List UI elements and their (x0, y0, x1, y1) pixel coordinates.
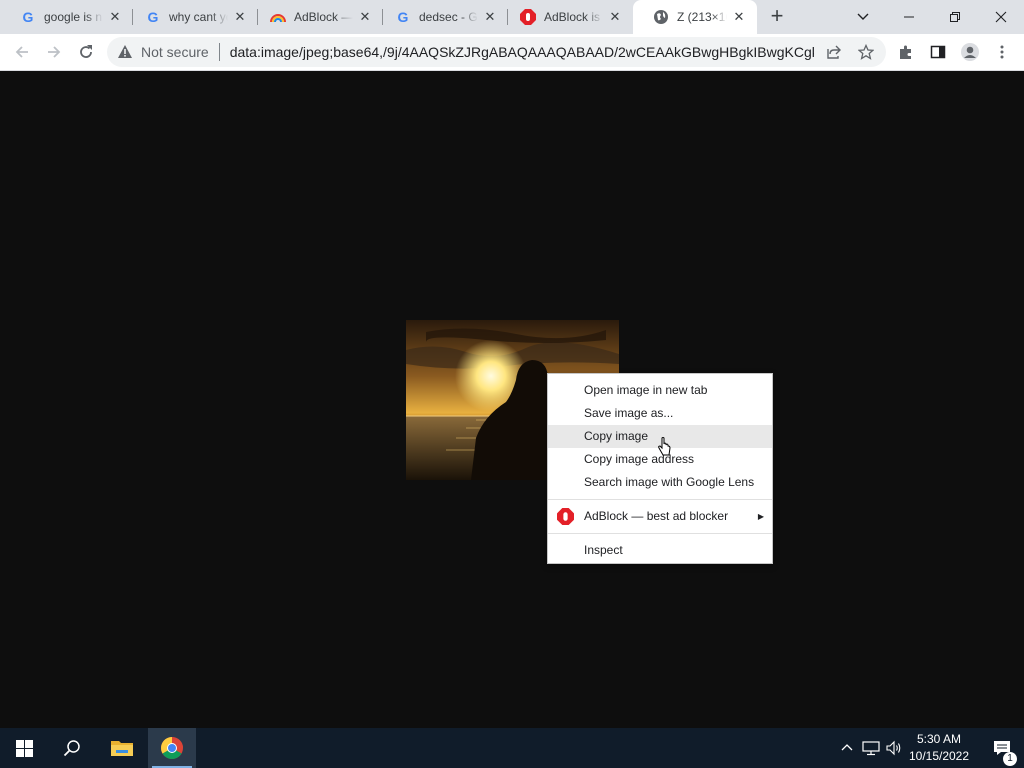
forward-icon (48, 46, 61, 58)
restore-button[interactable] (932, 0, 978, 34)
minimize-icon (904, 16, 914, 18)
tab-google-is[interactable]: G google is n ✕ (0, 0, 133, 34)
menu-item-label: AdBlock — best ad blocker (584, 509, 729, 523)
tab-image-active[interactable]: Z (213×160 ✕ (633, 0, 757, 34)
tab-title: Z (213×160 (677, 10, 727, 24)
address-bar[interactable]: Not secure data:image/jpeg;base64,/9j/4A… (107, 37, 886, 67)
menu-item-inspect[interactable]: Inspect (548, 539, 772, 562)
tab-title: AdBlock — (294, 10, 353, 24)
tab-close-icon[interactable]: ✕ (232, 9, 248, 25)
image-context-menu: Open image in new tab Save image as... C… (547, 373, 773, 564)
back-icon (15, 46, 28, 58)
system-clock[interactable]: 5:30 AM 10/15/2022 (904, 731, 974, 765)
clock-date: 10/15/2022 (908, 749, 970, 763)
forward-button[interactable] (40, 38, 68, 66)
side-panel-button[interactable] (924, 38, 952, 66)
url-text[interactable]: data:image/jpeg;base64,/9j/4AAQSkZJRgABA… (230, 44, 814, 60)
menu-separator (548, 533, 772, 534)
action-center-button[interactable]: 1 (980, 728, 1024, 768)
clock-time: 5:30 AM (916, 732, 962, 746)
volume-icon (886, 740, 901, 756)
start-button[interactable] (0, 728, 48, 768)
mouse-cursor-icon (657, 437, 671, 457)
chrome-icon (161, 737, 183, 759)
adblock-stop-icon (520, 9, 536, 25)
tab-close-icon[interactable]: ✕ (357, 9, 373, 25)
new-tab-button[interactable]: + (765, 5, 789, 29)
search-icon (63, 740, 80, 757)
tab-title: google is n (44, 10, 103, 24)
windows-taskbar: 5:30 AM 10/15/2022 1 (0, 728, 1024, 768)
taskbar-chrome[interactable] (148, 728, 196, 768)
star-icon[interactable] (854, 40, 878, 64)
tab-title: AdBlock is (544, 10, 601, 24)
tab-close-icon[interactable]: ✕ (107, 9, 123, 25)
menu-item-open-image-new-tab[interactable]: Open image in new tab (548, 379, 772, 402)
tab-why-cant[interactable]: G why cant yo ✕ (125, 0, 258, 34)
extensions-icon (900, 45, 911, 59)
menu-icon (1000, 45, 1004, 59)
browser-toolbar: Not secure data:image/jpeg;base64,/9j/4A… (0, 34, 1024, 71)
google-icon: G (20, 9, 36, 25)
windows-start-icon (15, 739, 33, 757)
profile-button[interactable] (956, 38, 984, 66)
tab-title: dedsec - Go (419, 10, 478, 24)
adblock-rainbow-icon (270, 9, 286, 25)
tab-close-icon[interactable]: ✕ (607, 9, 623, 25)
omnibox-divider (218, 43, 220, 61)
tab-adblock-rainbow[interactable]: AdBlock — ✕ (250, 0, 383, 34)
submenu-arrow-icon: ▶ (757, 512, 764, 521)
svg-text:G: G (23, 9, 34, 25)
share-icon[interactable] (822, 40, 846, 64)
tab-search-dropdown[interactable] (840, 0, 886, 34)
tab-strip: G google is n ✕ G why cant yo ✕ AdBlock … (0, 0, 1024, 34)
extensions-button[interactable] (892, 38, 920, 66)
back-button[interactable] (8, 38, 36, 66)
chevron-down-icon (857, 13, 869, 20)
menu-item-search-google-lens[interactable]: Search image with Google Lens (548, 471, 772, 494)
side-panel-icon (930, 45, 946, 59)
tab-close-icon[interactable]: ✕ (731, 9, 747, 25)
tab-close-icon[interactable]: ✕ (482, 9, 498, 25)
taskbar-search-button[interactable] (48, 728, 96, 768)
close-window-button[interactable] (978, 0, 1024, 34)
reload-icon (80, 45, 92, 58)
menu-item-adblock[interactable]: AdBlock — best ad blocker ▶ (548, 505, 772, 528)
globe-icon (653, 9, 669, 25)
warning-icon[interactable] (117, 44, 133, 60)
google-icon: G (395, 9, 411, 25)
tab-adblock-is[interactable]: AdBlock is ✕ (500, 0, 633, 34)
tab-title: why cant yo (169, 10, 228, 24)
show-hidden-icons[interactable] (838, 728, 856, 768)
adblock-stop-icon (557, 508, 574, 525)
page-content (0, 71, 1024, 728)
network-icon (862, 741, 880, 756)
menu-item-save-image-as[interactable]: Save image as... (548, 402, 772, 425)
security-label[interactable]: Not secure (141, 44, 209, 60)
reload-button[interactable] (72, 38, 100, 66)
network-status[interactable] (860, 728, 882, 768)
file-explorer-icon (111, 741, 133, 756)
google-icon: G (145, 9, 161, 25)
chevron-up-icon (841, 744, 853, 751)
minimize-button[interactable] (886, 0, 932, 34)
menu-separator (548, 499, 772, 500)
svg-text:G: G (148, 9, 159, 25)
close-icon (995, 11, 1007, 23)
taskbar-file-explorer[interactable] (98, 728, 146, 768)
restore-icon (950, 12, 960, 22)
notification-count-badge: 1 (1003, 752, 1017, 766)
svg-text:G: G (398, 9, 409, 25)
browser-menu-button[interactable] (988, 38, 1016, 66)
volume-control[interactable] (884, 728, 904, 768)
tab-dedsec[interactable]: G dedsec - Go ✕ (375, 0, 508, 34)
profile-icon (961, 43, 979, 61)
